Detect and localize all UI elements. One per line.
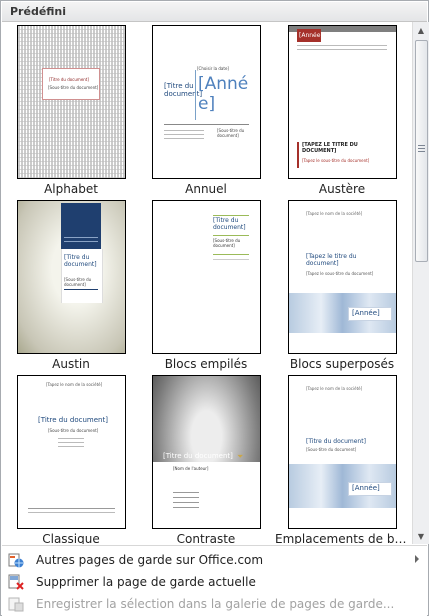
tile-label: Annuel [185, 182, 227, 196]
tile-label: Blocs empilés [164, 357, 248, 371]
delete-page-icon [8, 574, 24, 590]
thumbnail-austin: [Titre du document] [Sous-titre du docum… [17, 200, 126, 354]
emplacements-company: [Tapez le nom de la société] [306, 386, 363, 391]
thumbnail-annuel: [Choisir la date] [Titre du document] [A… [152, 25, 261, 179]
gallery-header-label: Prédéfini [10, 5, 67, 18]
blocs-superposes-year: [Année] [352, 309, 380, 317]
thumbnail-emplacements: [Tapez le nom de la société] [Titre du d… [288, 375, 397, 529]
emplacements-year: [Année] [352, 484, 380, 492]
gallery-tile-austin[interactable]: [Titre du document] [Sous-titre du docum… [4, 200, 138, 376]
cover-page-gallery: [Titre du document] [Sous-titre du docum… [2, 22, 412, 544]
tile-label: Austère [318, 182, 366, 196]
gallery-tile-blocs-superposes[interactable]: [Tapez le nom de la société] [Tapez le t… [275, 200, 409, 376]
austere-title: [TAPEZ LE TITRE DU DOCUMENT] [302, 142, 358, 154]
thumbnail-contraste: [Nom de l'auteur] [Titre du document] ⏷ [152, 375, 261, 529]
gallery-tile-contraste[interactable]: [Nom de l'auteur] [Titre du document] ⏷ … [139, 375, 273, 544]
grip-icon [418, 145, 425, 153]
menu-item-more-cover-pages[interactable]: Autres pages de garde sur Office.com [2, 549, 427, 571]
gallery-tile-annuel[interactable]: [Choisir la date] [Titre du document] [A… [139, 25, 273, 201]
thumbnail-austere: [Année] [TAPEZ LE TITRE DU DOCUMENT] [Ta… [288, 25, 397, 179]
annuel-year: [Anné e] [198, 74, 249, 114]
tile-label: Emplacements de bureau [275, 532, 409, 544]
scrollbar-thumb[interactable] [415, 40, 428, 262]
cover-page-gallery-panel: Prédéfini [Titre du document] [Sous-titr… [0, 0, 429, 616]
classique-company: [Tapez le nom de la société] [46, 382, 103, 387]
thumbnail-classique: [Tapez le nom de la société] [Titre du d… [17, 375, 126, 529]
gallery-scrollbar[interactable]: ▲ ▼ [412, 22, 429, 544]
office-globe-icon [8, 553, 24, 568]
classique-subtitle: [Sous-titre du document] [48, 428, 99, 433]
blocs-empiles-subtitle: [Sous-titre du document] [213, 238, 241, 248]
save-selection-icon [8, 597, 24, 612]
tile-label: Alphabet [44, 182, 98, 196]
gallery-tile-classique[interactable]: [Tapez le nom de la société] [Titre du d… [4, 375, 138, 544]
emplacements-subtitle: [Sous-titre du document] [306, 447, 357, 452]
annuel-date: [Choisir la date] [197, 66, 229, 71]
blocs-empiles-title: [Titre du document] [213, 217, 246, 231]
austere-year: [Année] [299, 32, 323, 39]
menu-item-remove-cover-page[interactable]: Supprimer la page de garde actuelle [2, 571, 427, 593]
alphabet-subtitle: [Sous-titre du document] [48, 85, 99, 90]
austin-title: [Titre du document] [64, 254, 97, 268]
classique-title: [Titre du document] [38, 416, 108, 424]
annuel-title: [Titre du document] [164, 82, 203, 98]
menu-label: Supprimer la page de garde actuelle [36, 575, 256, 589]
thumbnail-blocs-superposes: [Tapez le nom de la société] [Tapez le t… [288, 200, 397, 354]
gallery-tile-blocs-empiles[interactable]: [Titre du document] [Sous-titre du docum… [139, 200, 273, 376]
thumbnail-alphabet: [Titre du document] [Sous-titre du docum… [17, 25, 126, 179]
contraste-author: [Nom de l'auteur] [173, 466, 209, 471]
menu-label: Autres pages de garde sur Office.com [36, 553, 264, 567]
chevron-icon: ⏷ [237, 452, 244, 461]
tile-label: Contraste [176, 532, 236, 544]
blocs-superposes-title: [Tapez le titre du document] [306, 253, 357, 267]
tile-label: Blocs superposés [289, 357, 395, 371]
blocs-superposes-company: [Tapez le nom de la société] [306, 211, 363, 216]
tile-label: Austin [52, 357, 90, 371]
menu-item-save-selection: Enregistrer la sélection dans la galerie… [2, 593, 427, 615]
gallery-tile-emplacements[interactable]: [Tapez le nom de la société] [Titre du d… [275, 375, 409, 544]
tile-label: Classique [42, 532, 100, 544]
emplacements-title: [Titre du document] [306, 438, 366, 445]
gallery-menu: Autres pages de garde sur Office.com Sup… [2, 545, 427, 616]
scroll-down-icon[interactable]: ▼ [413, 528, 429, 544]
gallery-header: Prédéfini [2, 2, 427, 22]
contraste-title: [Titre du document] [163, 452, 233, 460]
austin-subtitle: [Sous-titre du document] [64, 277, 92, 287]
thumbnail-blocs-empiles: [Titre du document] [Sous-titre du docum… [152, 200, 261, 354]
submenu-arrow-icon [415, 555, 419, 563]
annuel-subtitle: [Sous-titre du document] [217, 128, 245, 138]
austere-subtitle: [Tapez le sous-titre du document] [302, 158, 370, 163]
menu-label: Enregistrer la sélection dans la galerie… [36, 597, 395, 611]
alphabet-title: [Titre du document] [49, 77, 89, 82]
gallery-tile-austere[interactable]: [Année] [TAPEZ LE TITRE DU DOCUMENT] [Ta… [275, 25, 409, 201]
gallery-tile-alphabet[interactable]: [Titre du document] [Sous-titre du docum… [4, 25, 138, 201]
scroll-up-icon[interactable]: ▲ [413, 22, 429, 38]
blocs-superposes-subtitle: [Tapez le sous-titre du document] [306, 271, 374, 276]
